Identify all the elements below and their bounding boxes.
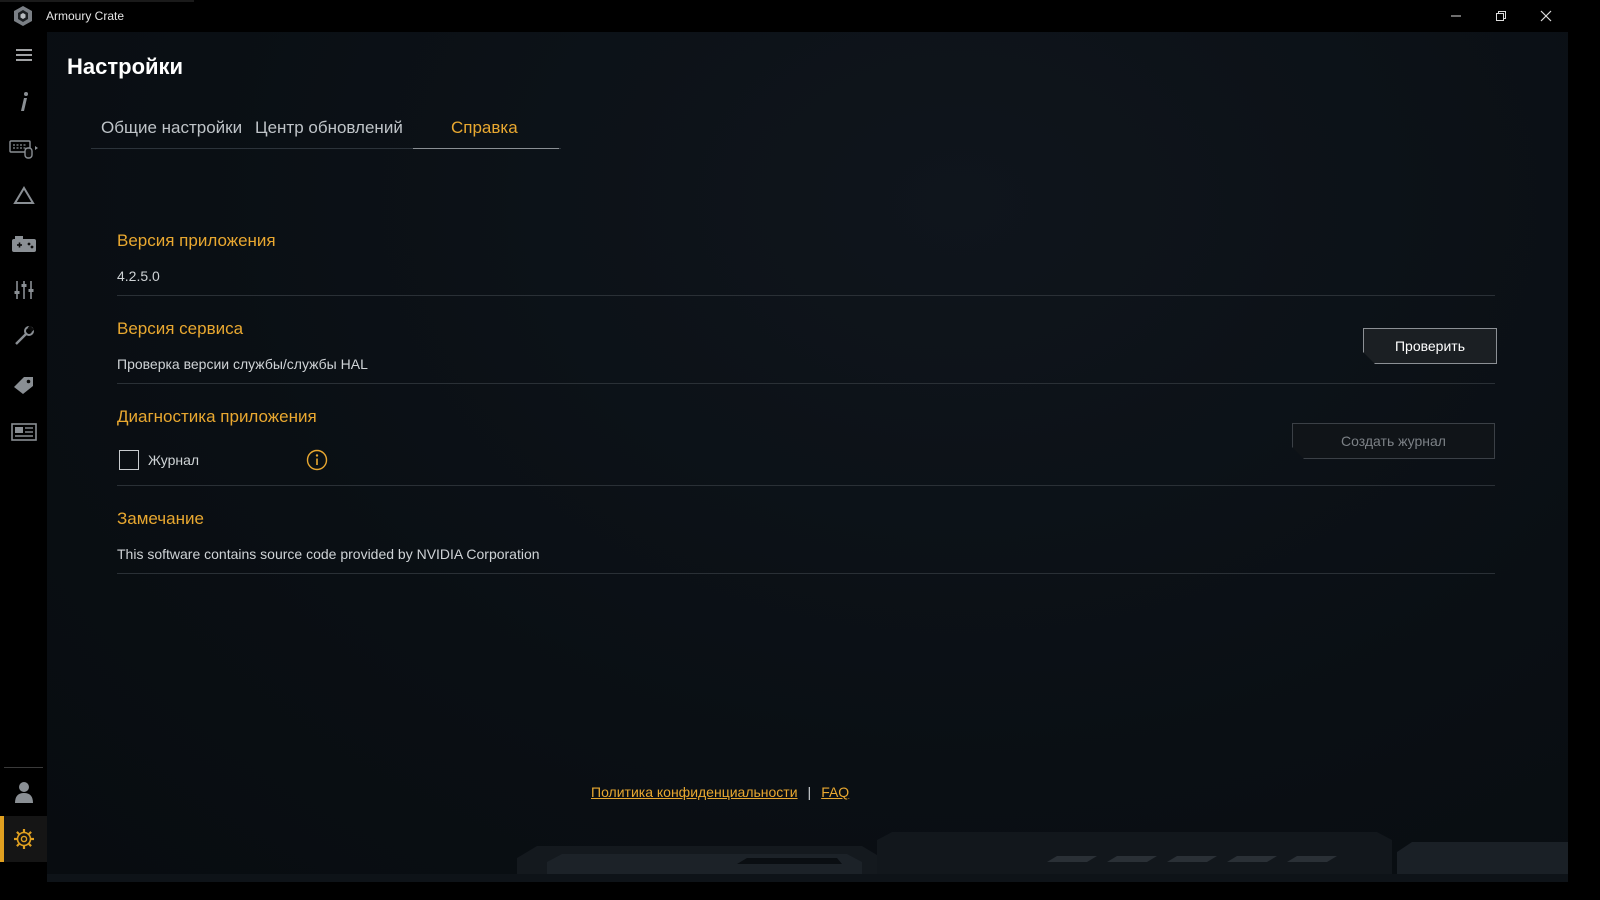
section-service-version: Версия сервиса Проверка версии службы/сл…	[117, 296, 1495, 384]
settings-sliders-icon	[14, 281, 33, 299]
title-bar-accent	[0, 0, 194, 2]
user-icon	[14, 782, 33, 803]
menu-icon	[15, 49, 32, 61]
app-window: Armoury Crate Настройки Общие настройки …	[0, 0, 1568, 882]
footer-links: Политика конфиденциальности | FAQ	[591, 784, 849, 800]
restore-icon	[1495, 11, 1506, 21]
privacy-policy-link[interactable]: Политика конфиденциальности	[591, 784, 798, 800]
diagnostics-title: Диагностика приложения	[117, 407, 317, 426]
info-circle-icon	[306, 449, 328, 471]
section-app-version: Версия приложения 4.2.5.0	[117, 222, 1495, 296]
gear-icon	[13, 829, 34, 849]
aura-icon	[12, 186, 35, 204]
notice-text: This software contains source code provi…	[117, 546, 540, 562]
sidebar	[0, 32, 47, 882]
sidebar-item-scenario-profiles[interactable]	[0, 270, 47, 310]
app-logo-icon	[0, 0, 46, 32]
tab-bar: Общие настройки Центр обновлений Справка	[91, 112, 561, 149]
decorative-bottom-pattern	[47, 832, 1568, 882]
active-tab-indicator	[413, 148, 559, 149]
section-notice: Замечание This software contains source …	[117, 486, 1495, 574]
deals-tag-icon	[13, 377, 33, 394]
info-icon	[20, 92, 28, 111]
keyboard-devices-icon	[8, 140, 38, 159]
page-title: Настройки	[67, 54, 184, 79]
create-log-button[interactable]: Создать журнал	[1292, 423, 1495, 459]
sidebar-divider	[4, 767, 43, 768]
main-content: Настройки Общие настройки Центр обновлен…	[47, 32, 1568, 882]
sidebar-item-deals[interactable]	[0, 364, 47, 404]
minimize-icon	[1450, 15, 1461, 17]
restore-button[interactable]	[1478, 0, 1523, 32]
sidebar-item-settings[interactable]	[0, 819, 47, 859]
footer-separator: |	[807, 784, 812, 800]
tools-icon	[14, 325, 34, 345]
app-version-value: 4.2.5.0	[117, 268, 160, 284]
app-title: Armoury Crate	[46, 9, 125, 23]
tab-update-center[interactable]: Центр обновлений	[255, 118, 403, 138]
sidebar-menu-button[interactable]	[0, 35, 47, 75]
log-checkbox[interactable]	[119, 450, 139, 470]
sidebar-item-user[interactable]	[0, 772, 47, 812]
notice-title: Замечание	[117, 509, 204, 528]
faq-link[interactable]: FAQ	[821, 784, 849, 800]
log-info-button[interactable]	[306, 449, 328, 471]
title-bar: Armoury Crate	[0, 0, 1568, 32]
sidebar-item-news[interactable]	[0, 412, 47, 452]
app-version-title: Версия приложения	[117, 231, 276, 250]
service-version-title: Версия сервиса	[117, 319, 244, 338]
sidebar-item-aura[interactable]	[0, 176, 47, 216]
service-version-text: Проверка версии службы/службы HAL	[117, 356, 368, 372]
sidebar-item-game-library[interactable]	[0, 224, 47, 264]
window-controls	[1433, 0, 1568, 32]
log-checkbox-label: Журнал	[148, 452, 200, 468]
close-icon	[1540, 10, 1551, 22]
news-icon	[10, 423, 37, 441]
sidebar-item-home[interactable]	[0, 82, 47, 122]
sidebar-item-tools[interactable]	[0, 316, 47, 356]
tab-help[interactable]: Справка	[451, 118, 518, 138]
game-library-icon	[11, 236, 36, 252]
check-button[interactable]: Проверить	[1363, 328, 1497, 364]
sidebar-item-devices[interactable]	[0, 128, 47, 168]
tab-general-settings[interactable]: Общие настройки	[101, 118, 242, 138]
minimize-button[interactable]	[1433, 0, 1478, 32]
close-button[interactable]	[1523, 0, 1568, 32]
